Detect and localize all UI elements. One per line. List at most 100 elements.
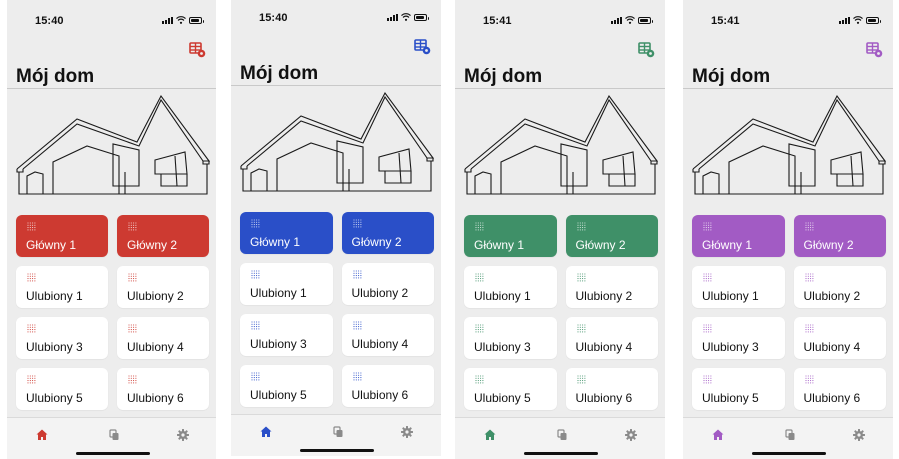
system-icons <box>162 16 204 24</box>
dotted-light-icon <box>804 375 813 384</box>
favorite-tile[interactable]: Ulubiony 6 <box>117 368 209 410</box>
tile-label: Główny 2 <box>803 238 854 252</box>
tile-label: Ulubiony 4 <box>803 340 861 354</box>
favorite-tile[interactable]: Ulubiony 3 <box>240 314 333 356</box>
primary-room-tile[interactable]: Główny 2 <box>117 215 209 257</box>
grid-settings-icon[interactable] <box>866 41 883 58</box>
dotted-light-icon <box>27 375 36 384</box>
tile-label: Główny 1 <box>250 235 301 249</box>
grid-settings-icon[interactable] <box>189 41 206 58</box>
primary-room-tile[interactable]: Główny 1 <box>16 215 108 257</box>
primary-room-tile[interactable]: Główny 1 <box>464 215 557 257</box>
header-divider <box>231 85 441 86</box>
tile-label: Ulubiony 5 <box>702 391 759 405</box>
dotted-light-icon <box>128 273 137 282</box>
dotted-light-icon <box>703 375 712 384</box>
home-indicator <box>300 449 374 452</box>
favorite-tile[interactable]: Ulubiony 4 <box>117 317 209 359</box>
copy-scenes-icon[interactable] <box>554 427 570 443</box>
favorite-tile[interactable]: Ulubiony 4 <box>565 317 658 359</box>
status-time: 15:41 <box>711 15 740 27</box>
primary-room-tile[interactable]: Główny 1 <box>240 212 333 254</box>
status-bar: 15:40 <box>7 0 216 30</box>
tile-label: Ulubiony 6 <box>127 391 184 405</box>
favorite-tile[interactable]: Ulubiony 3 <box>16 317 108 359</box>
favorite-tile[interactable]: Ulubiony 1 <box>692 266 785 308</box>
favorite-tile[interactable]: Ulubiony 3 <box>692 317 785 359</box>
favorite-tile[interactable]: Ulubiony 6 <box>565 368 658 410</box>
dotted-light-icon <box>475 222 484 231</box>
tile-label: Ulubiony 6 <box>803 391 861 405</box>
header-divider <box>455 88 665 89</box>
tile-label: Ulubiony 1 <box>474 289 531 303</box>
gear-icon[interactable] <box>623 427 639 443</box>
favorite-tile[interactable]: Ulubiony 3 <box>464 317 557 359</box>
signal-icon <box>162 16 173 24</box>
dotted-light-icon <box>251 372 260 381</box>
tile-label: Ulubiony 3 <box>26 340 83 354</box>
grid-settings-icon[interactable] <box>638 41 655 58</box>
copy-scenes-icon[interactable] <box>106 427 122 443</box>
gear-icon[interactable] <box>399 424 415 440</box>
favorite-tile[interactable]: Ulubiony 5 <box>16 368 108 410</box>
battery-icon <box>638 16 653 24</box>
header-divider <box>7 88 216 89</box>
primary-room-tile[interactable]: Główny 1 <box>692 215 785 257</box>
primary-room-tile[interactable]: Główny 2 <box>565 215 658 257</box>
dotted-light-icon <box>475 375 484 384</box>
dotted-light-icon <box>475 324 484 333</box>
home-icon[interactable] <box>34 427 50 443</box>
tile-label: Główny 2 <box>575 238 626 252</box>
favorite-tile[interactable]: Ulubiony 1 <box>240 263 333 305</box>
dotted-light-icon <box>352 219 361 228</box>
home-icon[interactable] <box>482 427 498 443</box>
primary-room-tile[interactable]: Główny 2 <box>341 212 434 254</box>
grid-settings-icon[interactable] <box>414 38 431 55</box>
favorite-tile[interactable]: Ulubiony 4 <box>341 314 434 356</box>
favorite-tile[interactable]: Ulubiony 1 <box>464 266 557 308</box>
tile-label: Ulubiony 3 <box>250 337 307 351</box>
favorite-tile[interactable]: Ulubiony 5 <box>692 368 785 410</box>
favorite-tile[interactable]: Ulubiony 5 <box>464 368 557 410</box>
wifi-icon <box>853 16 863 24</box>
copy-scenes-icon[interactable] <box>782 427 798 443</box>
tile-label: Ulubiony 3 <box>474 340 531 354</box>
house-outline-drawing <box>464 94 658 195</box>
dotted-light-icon <box>352 270 361 279</box>
tile-label: Ulubiony 4 <box>575 340 633 354</box>
screen-red-theme: 15:40 Mój dom Główny 1 Główny 2 Ulubiony… <box>7 0 216 459</box>
tile-label: Ulubiony 2 <box>351 286 409 300</box>
favorite-tile[interactable]: Ulubiony 5 <box>240 365 333 407</box>
dotted-light-icon <box>475 273 484 282</box>
favorite-tile[interactable]: Ulubiony 2 <box>793 266 886 308</box>
favorite-tile[interactable]: Ulubiony 6 <box>341 365 434 407</box>
favorite-tile[interactable]: Ulubiony 4 <box>793 317 886 359</box>
tile-label: Główny 1 <box>474 238 525 252</box>
favorite-tile[interactable]: Ulubiony 2 <box>117 266 209 308</box>
status-bar: 15:41 <box>455 0 665 30</box>
dotted-light-icon <box>703 324 712 333</box>
wifi-icon <box>401 13 411 21</box>
favorite-tile[interactable]: Ulubiony 2 <box>565 266 658 308</box>
tile-label: Ulubiony 2 <box>803 289 861 303</box>
dotted-light-icon <box>576 222 585 231</box>
home-icon[interactable] <box>710 427 726 443</box>
favorite-tile[interactable]: Ulubiony 2 <box>341 263 434 305</box>
home-icon[interactable] <box>258 424 274 440</box>
status-time: 15:40 <box>35 15 64 27</box>
gear-icon[interactable] <box>175 427 191 443</box>
battery-icon <box>866 16 881 24</box>
tile-label: Ulubiony 1 <box>702 289 759 303</box>
favorite-tile[interactable]: Ulubiony 1 <box>16 266 108 308</box>
device-grid: Główny 1 Główny 2 Ulubiony 1 Ulubiony 2 Ulub… <box>240 212 434 407</box>
primary-room-tile[interactable]: Główny 2 <box>793 215 886 257</box>
dotted-light-icon <box>804 324 813 333</box>
dotted-light-icon <box>703 273 712 282</box>
copy-scenes-icon[interactable] <box>330 424 346 440</box>
tile-label: Ulubiony 6 <box>351 388 409 402</box>
tile-label: Ulubiony 6 <box>575 391 633 405</box>
dotted-light-icon <box>251 270 260 279</box>
dotted-light-icon <box>804 273 813 282</box>
gear-icon[interactable] <box>851 427 867 443</box>
favorite-tile[interactable]: Ulubiony 6 <box>793 368 886 410</box>
